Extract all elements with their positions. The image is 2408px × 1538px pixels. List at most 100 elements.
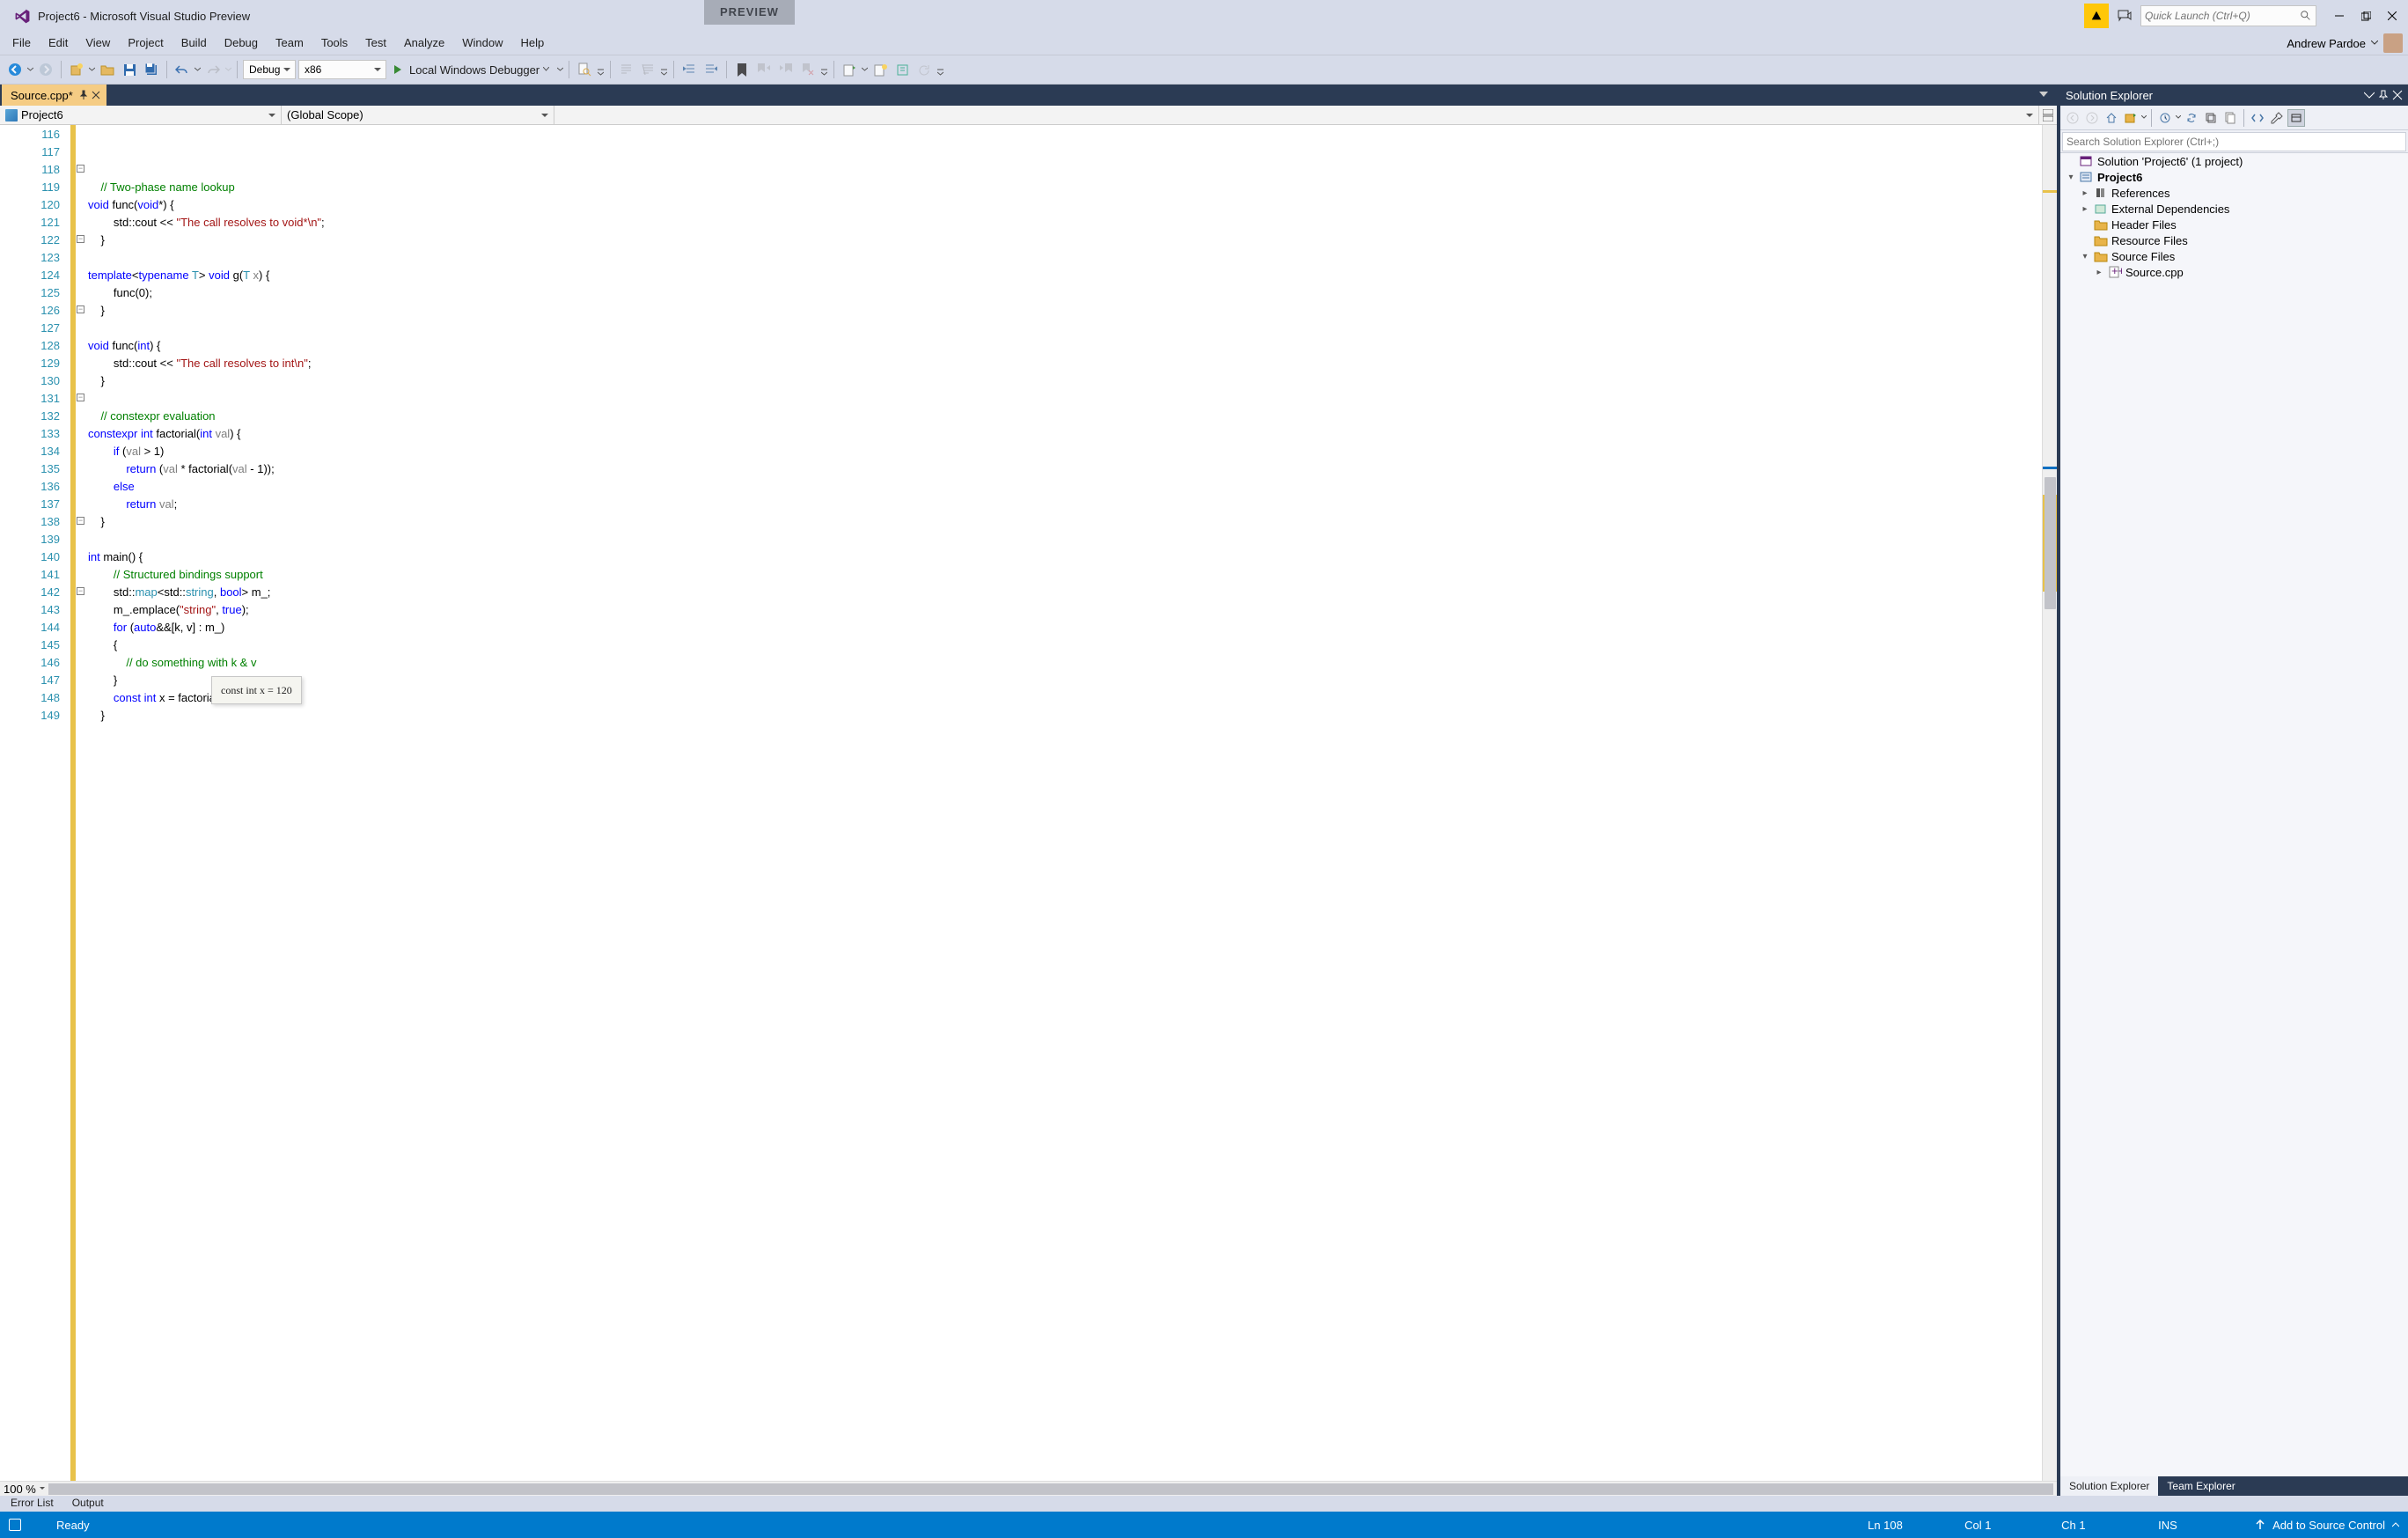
zoom-level[interactable]: 100 % [4, 1483, 45, 1496]
solution-explorer-header[interactable]: Solution Explorer [2060, 85, 2408, 106]
tab-output[interactable]: Output [63, 1496, 114, 1510]
tree-node[interactable]: ▾Project6 [2060, 169, 2408, 185]
menu-help[interactable]: Help [512, 32, 554, 55]
chevron-down-icon[interactable] [27, 67, 33, 73]
code-editor[interactable]: 1161171181191201211221231241251261271281… [0, 125, 2057, 1481]
scope-button[interactable] [2122, 109, 2140, 127]
sync-button[interactable] [2183, 109, 2200, 127]
chevron-up-icon[interactable] [2392, 1522, 2399, 1527]
menu-view[interactable]: View [77, 32, 119, 55]
menu-window[interactable]: Window [453, 32, 511, 55]
fold-toggle[interactable]: − [77, 305, 84, 313]
pin-icon[interactable] [78, 90, 89, 100]
tab-solution-explorer[interactable]: Solution Explorer [2060, 1476, 2158, 1496]
chevron-down-icon[interactable] [2176, 115, 2181, 120]
toolbar-overflow-icon[interactable] [936, 63, 944, 76]
menu-tools[interactable]: Tools [312, 32, 356, 55]
find-in-files-button[interactable] [575, 60, 594, 79]
close-button[interactable] [2382, 5, 2403, 26]
show-all-files-button[interactable] [2221, 109, 2239, 127]
properties-button[interactable] [2268, 109, 2286, 127]
auto-hide-icon[interactable] [2378, 90, 2389, 100]
fold-toggle[interactable]: − [77, 394, 84, 401]
tree-node[interactable]: Solution 'Project6' (1 project) [2060, 153, 2408, 169]
maximize-button[interactable] [2355, 5, 2376, 26]
uncomment-button[interactable] [638, 60, 657, 79]
collapse-all-button[interactable] [2202, 109, 2220, 127]
fold-toggle[interactable]: − [77, 235, 84, 243]
preview-selected-button[interactable] [2287, 109, 2305, 127]
start-debugging-button[interactable]: Local Windows Debugger [389, 60, 554, 79]
decrease-indent-button[interactable] [679, 60, 699, 79]
new-project-button[interactable] [67, 60, 86, 79]
pending-changes-filter-button[interactable] [2156, 109, 2174, 127]
solution-explorer-search-input[interactable] [2062, 132, 2406, 151]
scope-combo[interactable]: (Global Scope) [282, 106, 554, 124]
undo-button[interactable] [173, 60, 192, 79]
class-wizard-button[interactable] [892, 60, 912, 79]
publish-icon[interactable] [2255, 1519, 2265, 1531]
chevron-down-icon[interactable] [89, 67, 95, 73]
bookmark-button[interactable] [732, 60, 752, 79]
feedback-button[interactable] [2112, 4, 2137, 28]
menu-project[interactable]: Project [119, 32, 172, 55]
add-class-button[interactable] [870, 60, 890, 79]
tree-node[interactable]: ▸References [2060, 185, 2408, 201]
notifications-button[interactable] [2084, 4, 2109, 28]
vertical-scrollbar[interactable] [2042, 125, 2057, 1481]
comment-button[interactable] [616, 60, 635, 79]
member-combo[interactable] [554, 106, 2039, 124]
solution-explorer-search[interactable] [2060, 130, 2408, 153]
window-position-icon[interactable] [2364, 90, 2375, 100]
tree-node[interactable]: Resource Files [2060, 232, 2408, 248]
open-file-button[interactable] [98, 60, 117, 79]
fold-toggle[interactable]: − [77, 165, 84, 173]
tab-team-explorer[interactable]: Team Explorer [2158, 1476, 2243, 1496]
view-code-button[interactable] [2249, 109, 2266, 127]
chevron-down-icon[interactable] [2371, 40, 2378, 46]
menu-test[interactable]: Test [356, 32, 395, 55]
increase-indent-button[interactable] [701, 60, 721, 79]
fold-toggle[interactable]: − [77, 517, 84, 525]
tree-node[interactable]: ▸++Source.cpp [2060, 264, 2408, 280]
menu-debug[interactable]: Debug [216, 32, 267, 55]
solution-platform-select[interactable]: x86 [298, 60, 386, 79]
menu-team[interactable]: Team [267, 32, 312, 55]
toolbar-overflow-icon[interactable] [820, 63, 828, 76]
quick-launch-input[interactable] [2145, 10, 2300, 22]
chevron-down-icon[interactable] [195, 67, 201, 73]
chevron-down-icon[interactable] [862, 67, 868, 73]
save-button[interactable] [120, 60, 139, 79]
outlining-margin[interactable]: − − − − − − [76, 125, 88, 1481]
menu-file[interactable]: File [4, 32, 40, 55]
menu-build[interactable]: Build [173, 32, 216, 55]
minimize-button[interactable] [2329, 5, 2350, 26]
tree-node[interactable]: Header Files [2060, 217, 2408, 232]
nav-back-button[interactable] [5, 60, 25, 79]
signed-in-user[interactable]: Andrew Pardoe [2287, 37, 2366, 50]
fold-toggle[interactable]: − [77, 587, 84, 595]
toolbar-overflow-icon[interactable] [597, 63, 605, 76]
new-item-button[interactable] [840, 60, 859, 79]
code-surface[interactable]: // Two-phase name lookupvoid func(void*)… [88, 125, 2042, 1481]
tab-error-list[interactable]: Error List [2, 1496, 63, 1510]
horizontal-scrollbar[interactable] [48, 1483, 2053, 1495]
menu-edit[interactable]: Edit [40, 32, 77, 55]
file-tab-source-cpp[interactable]: Source.cpp* [2, 85, 106, 106]
split-editor-button[interactable] [2039, 106, 2057, 125]
chevron-down-icon[interactable] [557, 67, 563, 73]
project-combo[interactable]: Project6 [0, 106, 282, 124]
quick-launch[interactable] [2140, 5, 2316, 26]
close-icon[interactable] [91, 90, 101, 100]
solution-tree[interactable]: Solution 'Project6' (1 project)▾Project6… [2060, 153, 2408, 1476]
solution-config-select[interactable]: Debug [243, 60, 296, 79]
tree-node[interactable]: ▾Source Files [2060, 248, 2408, 264]
save-all-button[interactable] [142, 60, 161, 79]
home-button[interactable] [2103, 109, 2120, 127]
chevron-down-icon[interactable] [2141, 115, 2147, 120]
source-control-link[interactable]: Add to Source Control [2272, 1519, 2385, 1532]
toolbar-overflow-icon[interactable] [660, 63, 668, 76]
close-icon[interactable] [2392, 90, 2403, 100]
user-avatar[interactable] [2383, 33, 2403, 53]
active-files-dropdown[interactable] [2039, 88, 2053, 102]
